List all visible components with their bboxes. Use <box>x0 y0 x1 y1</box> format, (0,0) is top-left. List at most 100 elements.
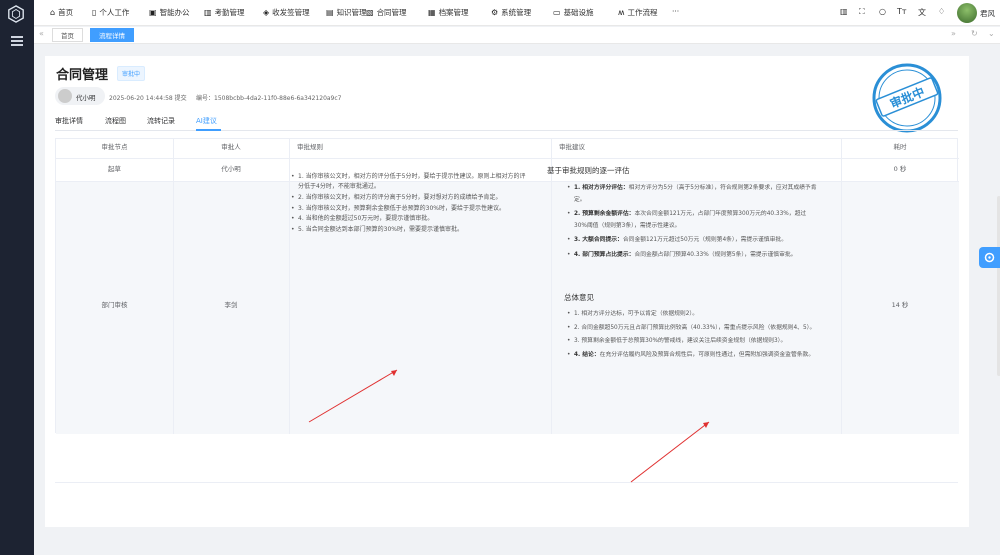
approval-rules-list: 1. 当你审核公文时，相对方的评分低于5分时，要给于提示性建议。原则上相对方的评… <box>291 172 527 236</box>
advice-list: 1. 相对方评分评估：相对方评分为5分（高于5分标准），符合规则第2条要求，应对… <box>567 183 817 264</box>
annotation-arrow <box>308 369 398 423</box>
contract-icon: ▧ <box>366 8 374 17</box>
advice-item: 2. 预算剩余金额评估：本次合同金额121万元，占部门年度预算300万元的40.… <box>567 209 817 232</box>
user-name[interactable]: 君风 <box>980 8 995 19</box>
nav-item-label: 工作流程 <box>627 8 658 17</box>
tab-scroll-right-icon[interactable]: » <box>951 29 956 38</box>
nav-item[interactable]: ▦ 档案管理 <box>428 7 469 18</box>
header-duration: 耗时 <box>893 143 907 151</box>
nav-item[interactable]: ⚙ 系统管理 <box>491 7 531 18</box>
applicant-avatar <box>58 89 72 103</box>
applicant-name: 代小明 <box>76 94 96 102</box>
tab-bar: « 首页 流程详情 » ↻ ⌄ <box>34 27 1000 44</box>
bottom-divider <box>55 482 958 483</box>
nav-item-label: 首页 <box>58 8 74 17</box>
home-icon: ⌂ <box>50 8 56 17</box>
advice-item: 1. 相对方评分评估：相对方评分为5分（高于5分标准），符合规则第2条要求，应对… <box>567 183 817 206</box>
nav-item-label: 合同管理 <box>376 8 407 17</box>
summary-list: 1. 相对方评分达标，可予以肯定（依据规则2）。 2. 合同金额超50万元且占部门… <box>567 309 817 363</box>
nav-item-label: 知识管理 <box>336 8 367 17</box>
content-card: 合同管理 审批中 代小明 2025-06-20 14:44:58 提交 编号：1… <box>45 56 1000 527</box>
submitted-time: 2025-06-20 14:44:58 提交 <box>109 95 187 102</box>
nav-item[interactable]: ʍ 工作流程 <box>618 7 658 18</box>
nav-item-label: 个人工作 <box>99 8 130 17</box>
tab-ai-suggestion[interactable]: AI建议 <box>196 116 217 126</box>
header-advice: 审批建议 <box>559 143 585 151</box>
nav-item[interactable]: ▭ 基础设施 <box>553 7 594 18</box>
tab-flowchart[interactable]: 流程图 <box>105 116 126 126</box>
left-sidebar <box>0 0 34 555</box>
tab-process-detail[interactable]: 流程详情 <box>90 28 134 42</box>
rule-item: 1. 当你审核公文时，相对方的评分低于5分时，要给于提示性建议。原则上相对方的评… <box>291 172 527 192</box>
archive-icon: ▦ <box>428 8 436 17</box>
split-screen-icon[interactable]: ▥ <box>840 7 848 16</box>
tab-menu-icon[interactable]: ⌄ <box>988 29 995 38</box>
tab-scroll-left-icon[interactable]: « <box>39 29 44 38</box>
annotation-arrow <box>630 421 710 483</box>
gear-icon: ⚙ <box>491 8 499 17</box>
nav-item-label: 智能办公 <box>159 8 190 17</box>
row2-node: 部门审核 <box>101 301 128 309</box>
detail-tabs: 审批详情 流程图 流转记录 AI建议 <box>55 115 958 131</box>
office-icon: ▣ <box>149 8 157 17</box>
nav-item[interactable]: ▧ 合同管理 <box>366 7 407 18</box>
nav-item-label: 档案管理 <box>438 8 469 17</box>
header-rule: 审批规则 <box>297 143 323 151</box>
advice-item: 3. 大额合同提示：合同金额121万元超过50万元（规则第4条），需提示谨慎审批… <box>567 235 817 247</box>
person-icon: ▯ <box>92 8 97 17</box>
summary-item: 1. 相对方评分达标，可予以肯定（依据规则2）。 <box>567 309 817 321</box>
row1-duration: 0 秒 <box>893 165 907 173</box>
workflow-icon: ʍ <box>618 8 625 17</box>
logo-icon[interactable] <box>7 5 25 23</box>
translate-icon[interactable]: 文 <box>918 7 926 18</box>
nav-item[interactable]: ▥ 考勤管理 <box>204 7 245 18</box>
rule-item: 2. 当你审核公文时，相对方的评分高于5分时，要对想对方的成绩给予肯定。 <box>291 193 527 203</box>
rule-item: 4. 当和他的金额超过50万元时，要提示谨慎审批。 <box>291 214 527 224</box>
chart-icon: ▥ <box>204 8 212 17</box>
menu-toggle-icon[interactable] <box>11 36 23 46</box>
row2-approver: 李剑 <box>224 301 238 309</box>
fullscreen-icon[interactable]: ⛶ <box>859 7 865 17</box>
tab-approval-detail[interactable]: 审批详情 <box>55 116 83 126</box>
nav-item[interactable]: ⌂ 首页 <box>50 7 73 18</box>
mail-icon: ◈ <box>263 8 270 17</box>
notification-icon[interactable]: ♢ <box>938 7 945 16</box>
nav-item-label: 考勤管理 <box>214 8 245 17</box>
top-navbar: ⌂ 首页 ▯ 个人工作 ▣ 智能办公 ▥ 考勤管理 ◈ 收发签管理 ▤ 知识管理 ▧ 合同管理 ▦ 档案管理 ⚙… <box>34 0 1000 26</box>
active-tab-underline <box>196 129 221 131</box>
advice-title: 基于审批规则的逐一评估 <box>547 166 630 175</box>
summary-title: 总体意见 <box>564 293 594 302</box>
summary-item: 4. 结论：在充分评估履约风险及预算合规性后，可原则性通过，但需附加强调资金监管… <box>567 350 817 362</box>
rule-item: 3. 当你审核公文时，预算剩余金额低于总预算的30%时，要给于提示性建议。 <box>291 204 527 214</box>
font-size-icon[interactable]: Tт <box>897 7 907 16</box>
status-badge: 审批中 <box>117 66 146 81</box>
nav-item[interactable]: ◈ 收发签管理 <box>263 7 310 18</box>
nav-item-label: ··· <box>672 7 680 16</box>
nav-item-label: 基础设施 <box>563 8 594 17</box>
book-icon: ▤ <box>326 8 334 17</box>
row1-approver: 代小明 <box>221 165 241 173</box>
document-number: 编号：1508bcbb-4da2-11f0-88e6-6a342120a9c7 <box>196 95 342 102</box>
nav-item-label: 收发签管理 <box>272 8 310 17</box>
row1-node: 起草 <box>108 165 121 173</box>
nav-item[interactable]: ··· <box>672 7 679 16</box>
summary-item: 2. 合同金额超50万元且占部门预算比例较高（40.33%），需重点提示风险（依… <box>567 323 817 335</box>
nav-item-label: 系统管理 <box>501 8 532 17</box>
user-avatar[interactable] <box>957 3 977 23</box>
advice-item: 4. 部门预算占比提示：合同金额占部门预算40.33%（规则第5条），需提示谨慎… <box>567 250 817 262</box>
page-title: 合同管理 <box>56 68 109 83</box>
tab-flow-record[interactable]: 流转记录 <box>147 116 175 126</box>
refresh-icon[interactable]: ↻ <box>971 29 978 38</box>
header-node: 审批节点 <box>101 143 128 151</box>
row2-duration: 14 秒 <box>891 301 909 309</box>
header-approver: 审批人 <box>221 143 241 151</box>
search-icon[interactable]: ○ <box>879 7 886 16</box>
rule-item: 5. 当合同金额达到本部门预算的30%时，需要提示谨慎审批。 <box>291 225 527 235</box>
nav-item[interactable]: ▯ 个人工作 <box>92 7 129 18</box>
monitor-icon: ▭ <box>553 8 561 17</box>
tab-home[interactable]: 首页 <box>52 28 83 42</box>
nav-item[interactable]: ▤ 知识管理 <box>326 7 367 18</box>
nav-item[interactable]: ▣ 智能办公 <box>149 7 190 18</box>
summary-item: 3. 预算剩余金额低于总预算30%的警戒线，建议关注后续资金规划（依据规则3）。 <box>567 336 817 348</box>
settings-float-button[interactable] <box>979 247 1000 268</box>
